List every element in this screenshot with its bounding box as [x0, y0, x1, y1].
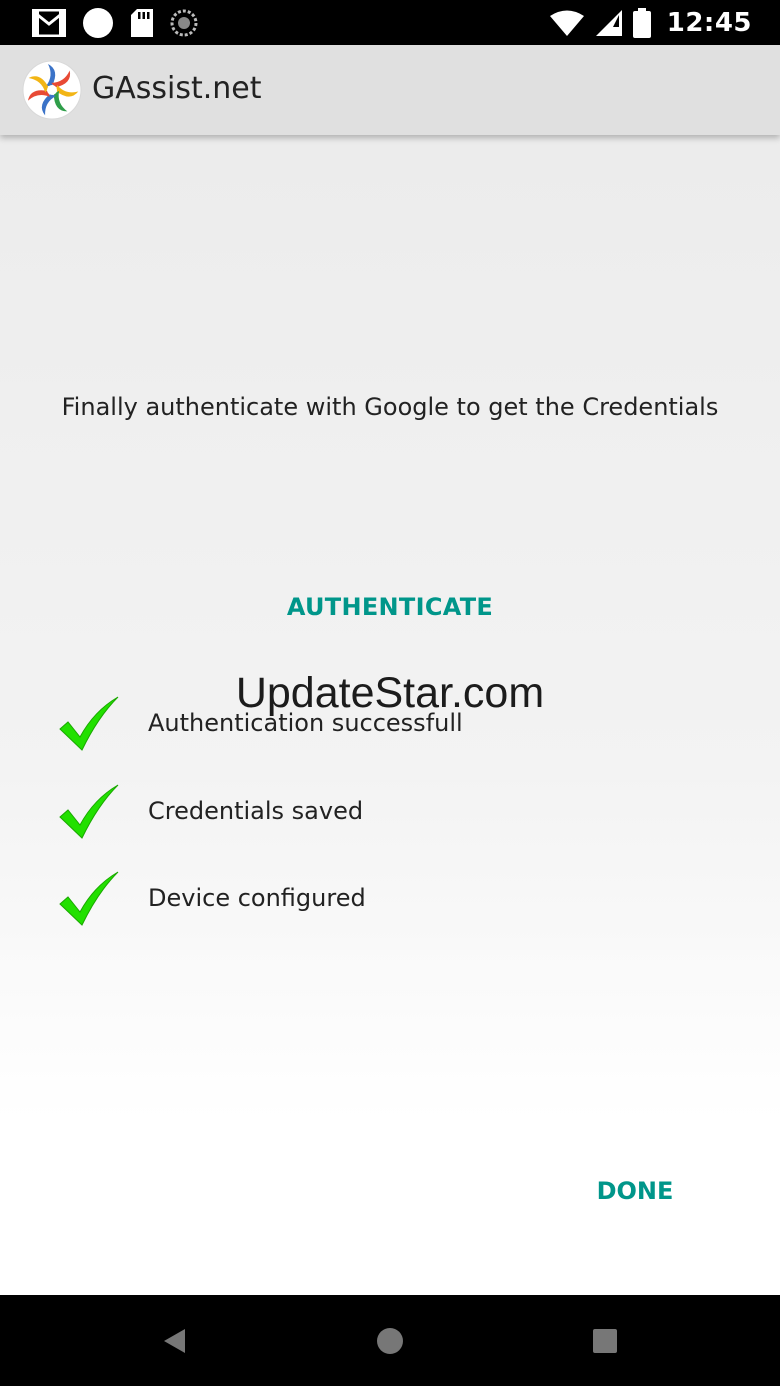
- check-icon: [59, 871, 119, 926]
- recents-icon[interactable]: [587, 1323, 623, 1359]
- checklist-label: Device configured: [148, 884, 366, 912]
- circle-notification-icon: [83, 8, 113, 38]
- checklist-label: Credentials saved: [148, 797, 364, 825]
- sd-card-icon: [131, 9, 153, 37]
- cell-signal-icon: [595, 10, 622, 36]
- system-icons: 12:45: [549, 6, 752, 40]
- checklist-item-credentials: Credentials saved: [58, 783, 738, 843]
- navigation-bar: [0, 1295, 780, 1386]
- home-icon[interactable]: [372, 1323, 408, 1359]
- status-time: 12:45: [666, 8, 752, 38]
- notification-icons: [32, 6, 198, 40]
- gassist-logo-icon: [22, 60, 82, 120]
- sync-icon: [170, 9, 198, 37]
- authenticate-button[interactable]: AUTHENTICATE: [270, 583, 510, 631]
- instruction-text: Finally authenticate with Google to get …: [61, 393, 719, 421]
- done-button[interactable]: DONE: [580, 1167, 690, 1215]
- battery-icon: [632, 8, 651, 38]
- checklist-item-device: Device configured: [58, 870, 738, 930]
- check-icon: [59, 784, 119, 839]
- status-bar: 12:45: [0, 0, 780, 45]
- wifi-icon: [549, 10, 584, 36]
- watermark: UpdateStar.com: [235, 669, 545, 717]
- back-icon[interactable]: [157, 1323, 193, 1359]
- app-bar: GAssist.net: [0, 45, 780, 135]
- app-title: GAssist.net: [92, 71, 262, 106]
- gmail-icon: [32, 9, 66, 37]
- main-content: Finally authenticate with Google to get …: [0, 135, 780, 1295]
